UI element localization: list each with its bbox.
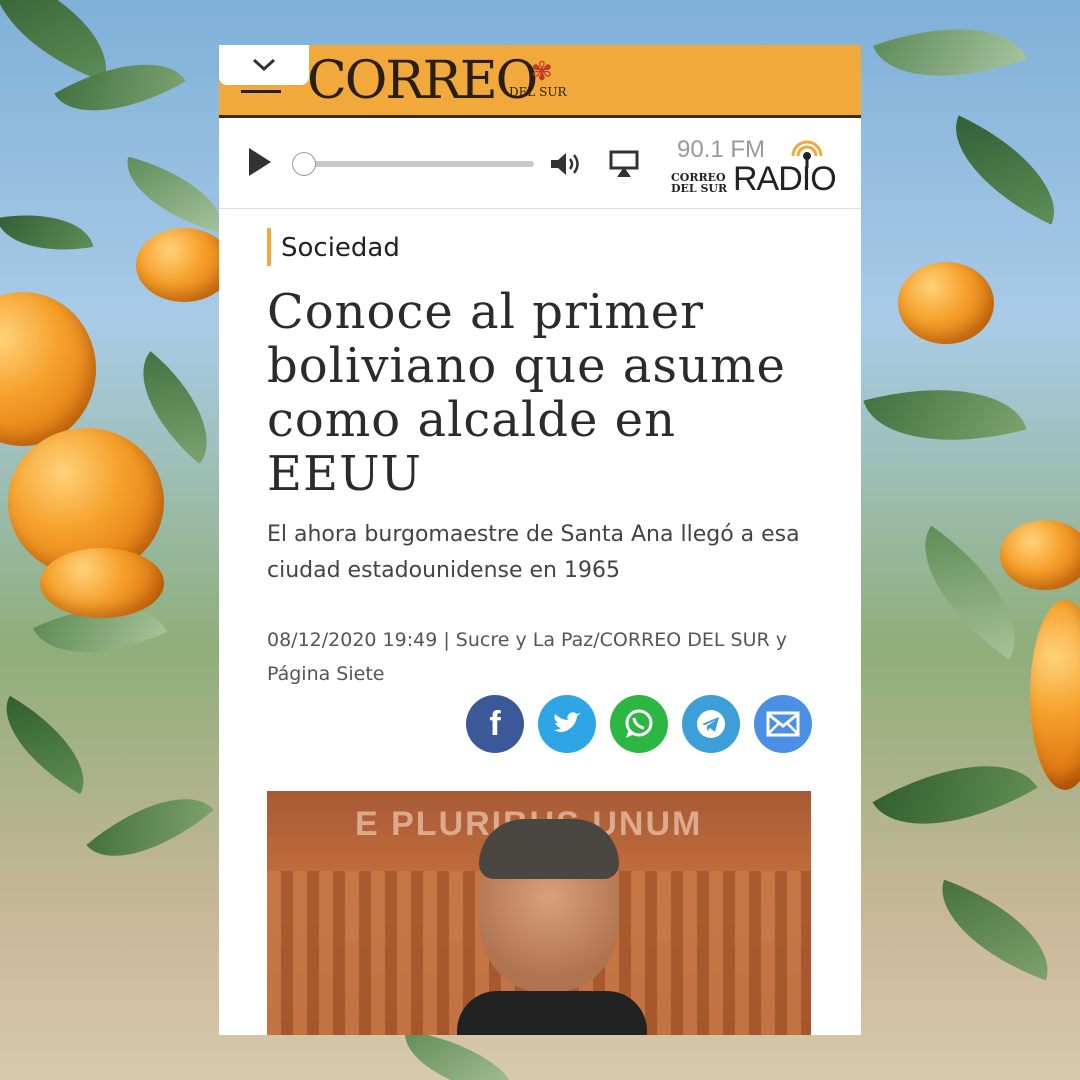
article-lede: El ahora burgomaestre de Santa Ana llegó… [267,522,800,583]
progress-knob[interactable] [292,152,316,176]
volume-icon[interactable] [549,150,583,178]
site-header: CORREO ✾ DEL SUR [219,45,861,118]
airplay-icon[interactable] [609,150,639,178]
whatsapp-icon [625,709,653,738]
share-whatsapp-button[interactable] [610,695,668,753]
article-photo[interactable]: E PLURIBUS UNUM [267,791,811,1035]
email-icon [766,711,800,737]
site-logo-subtitle: DEL SUR [509,85,567,99]
radio-word: RADIO [733,160,837,198]
progress-track[interactable] [304,161,534,167]
section-label[interactable]: Sociedad [267,228,400,266]
chevron-down-icon [252,58,276,72]
play-icon[interactable] [249,148,271,176]
article-headline: Conoce al primer boliviano que asume com… [267,284,786,502]
collapse-button[interactable] [219,45,309,85]
radio-station-logo: 90.1 FM CORREO DEL SUR RADIO [667,128,861,203]
telegram-icon [697,710,725,738]
logo-flower-icon: ✾ [531,57,553,87]
radio-player: 90.1 FM CORREO DEL SUR RADIO [219,118,861,209]
hamburger-icon[interactable] [241,90,281,93]
article-meta: 08/12/2020 19:49 | Sucre y La Paz/CORREO… [267,629,787,685]
site-logo[interactable]: CORREO [307,51,538,111]
twitter-icon [554,712,581,732]
share-facebook-button[interactable]: f [466,695,524,753]
share-twitter-button[interactable] [538,695,596,753]
share-email-button[interactable] [754,695,812,753]
radio-brand: CORREO DEL SUR [671,171,728,195]
facebook-icon: f [489,704,501,743]
share-telegram-button[interactable] [682,695,740,753]
mobile-article-page: CORREO ✾ DEL SUR 90.1 FM CORREO DEL SUR … [219,45,861,1035]
